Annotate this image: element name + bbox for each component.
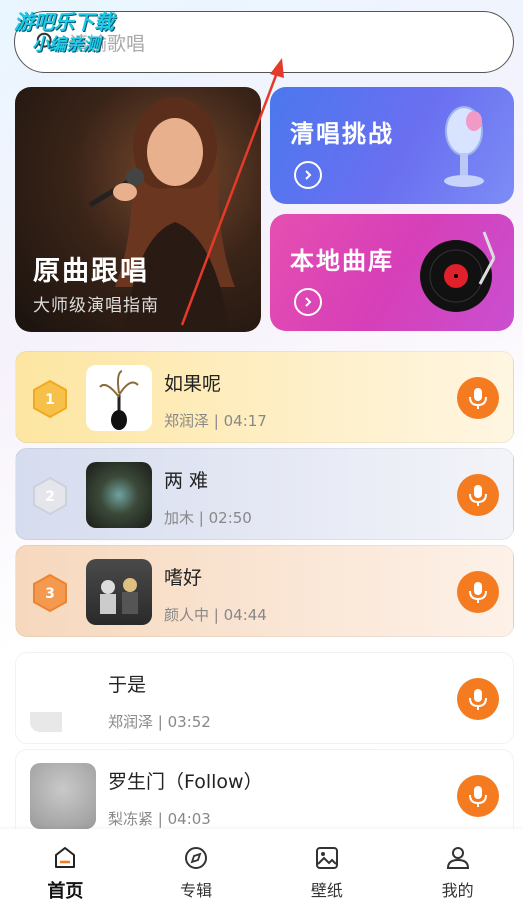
tab-wallpaper[interactable]: 壁纸 <box>262 829 393 904</box>
sing-button[interactable] <box>457 474 499 516</box>
bottom-tab-bar: 首页 专辑 壁纸 我的 <box>0 829 523 904</box>
song-title: 如果呢 <box>164 373 222 395</box>
song-meta: 梨冻紧 | 04:03 <box>108 810 211 828</box>
song-title: 于是 <box>108 674 147 696</box>
tab-home[interactable]: 首页 <box>0 829 131 904</box>
rank-number: 1 <box>45 392 55 408</box>
local-title: 本地曲库 <box>290 247 394 275</box>
chevron-right-icon <box>294 161 322 189</box>
song-cover <box>30 763 96 829</box>
tab-album[interactable]: 专辑 <box>131 829 262 904</box>
tab-profile[interactable]: 我的 <box>392 829 523 904</box>
watermark: 游吧乐下载 小编亲测 <box>14 10 114 56</box>
sing-button[interactable] <box>457 571 499 613</box>
song-cover <box>86 365 152 431</box>
vinyl-record-icon <box>420 231 496 312</box>
song-meta: 郑润泽 | 04:17 <box>164 412 267 430</box>
sing-button[interactable] <box>457 775 499 817</box>
song-row[interactable]: 1 如果呢 郑润泽 | 04:17 <box>15 351 514 443</box>
song-row[interactable]: 于是 郑润泽 | 03:52 <box>15 652 514 744</box>
original-subtitle: 大师级演唱指南 <box>33 296 159 316</box>
original-sing-banner[interactable]: 原曲跟唱 大师级演唱指南 <box>15 87 261 332</box>
rank-number: 2 <box>45 489 55 505</box>
song-row[interactable]: 罗生门（Follow） 梨冻紧 | 04:03 <box>15 749 514 829</box>
wallpaper-icon <box>315 847 338 869</box>
song-meta: 加木 | 02:50 <box>164 509 252 527</box>
sing-button[interactable] <box>457 678 499 720</box>
song-cover <box>30 666 96 732</box>
microphone-icon <box>444 106 484 187</box>
microphone-icon <box>469 689 487 710</box>
rank-badge-bronze: 3 <box>33 574 67 612</box>
profile-icon <box>446 847 469 869</box>
rank-badge-silver: 2 <box>33 477 67 515</box>
local-library-banner[interactable]: 本地曲库 <box>270 214 514 331</box>
tab-label: 专辑 <box>180 881 213 900</box>
song-meta: 颜人中 | 04:44 <box>164 606 267 624</box>
rank-badge-gold: 1 <box>33 380 67 418</box>
tab-label: 壁纸 <box>310 881 343 900</box>
original-title: 原曲跟唱 <box>33 256 149 287</box>
microphone-icon <box>469 786 487 807</box>
microphone-icon <box>469 388 487 409</box>
album-icon <box>185 847 208 869</box>
song-cover <box>86 462 152 528</box>
song-title: 嗜好 <box>164 567 203 589</box>
watermark-line2: 小编亲测 <box>32 35 100 55</box>
challenge-title: 清唱挑战 <box>290 120 394 148</box>
home-icon <box>55 847 76 868</box>
sing-button[interactable] <box>457 377 499 419</box>
song-title: 罗生门（Follow） <box>108 771 263 793</box>
song-meta: 郑润泽 | 03:52 <box>108 713 211 731</box>
microphone-icon <box>469 582 487 603</box>
tab-label: 首页 <box>47 881 84 902</box>
song-row[interactable]: 3 嗜好 颜人中 | 04:44 <box>15 545 514 637</box>
song-cover <box>86 559 152 625</box>
microphone-icon <box>469 485 487 506</box>
acapella-challenge-banner[interactable]: 清唱挑战 <box>270 87 514 204</box>
watermark-line1: 游吧乐下载 <box>14 10 114 34</box>
rank-number: 3 <box>45 586 55 602</box>
song-row[interactable]: 2 两 难 加木 | 02:50 <box>15 448 514 540</box>
tab-label: 我的 <box>441 881 474 900</box>
song-title: 两 难 <box>164 470 209 492</box>
chevron-right-icon <box>294 288 322 316</box>
